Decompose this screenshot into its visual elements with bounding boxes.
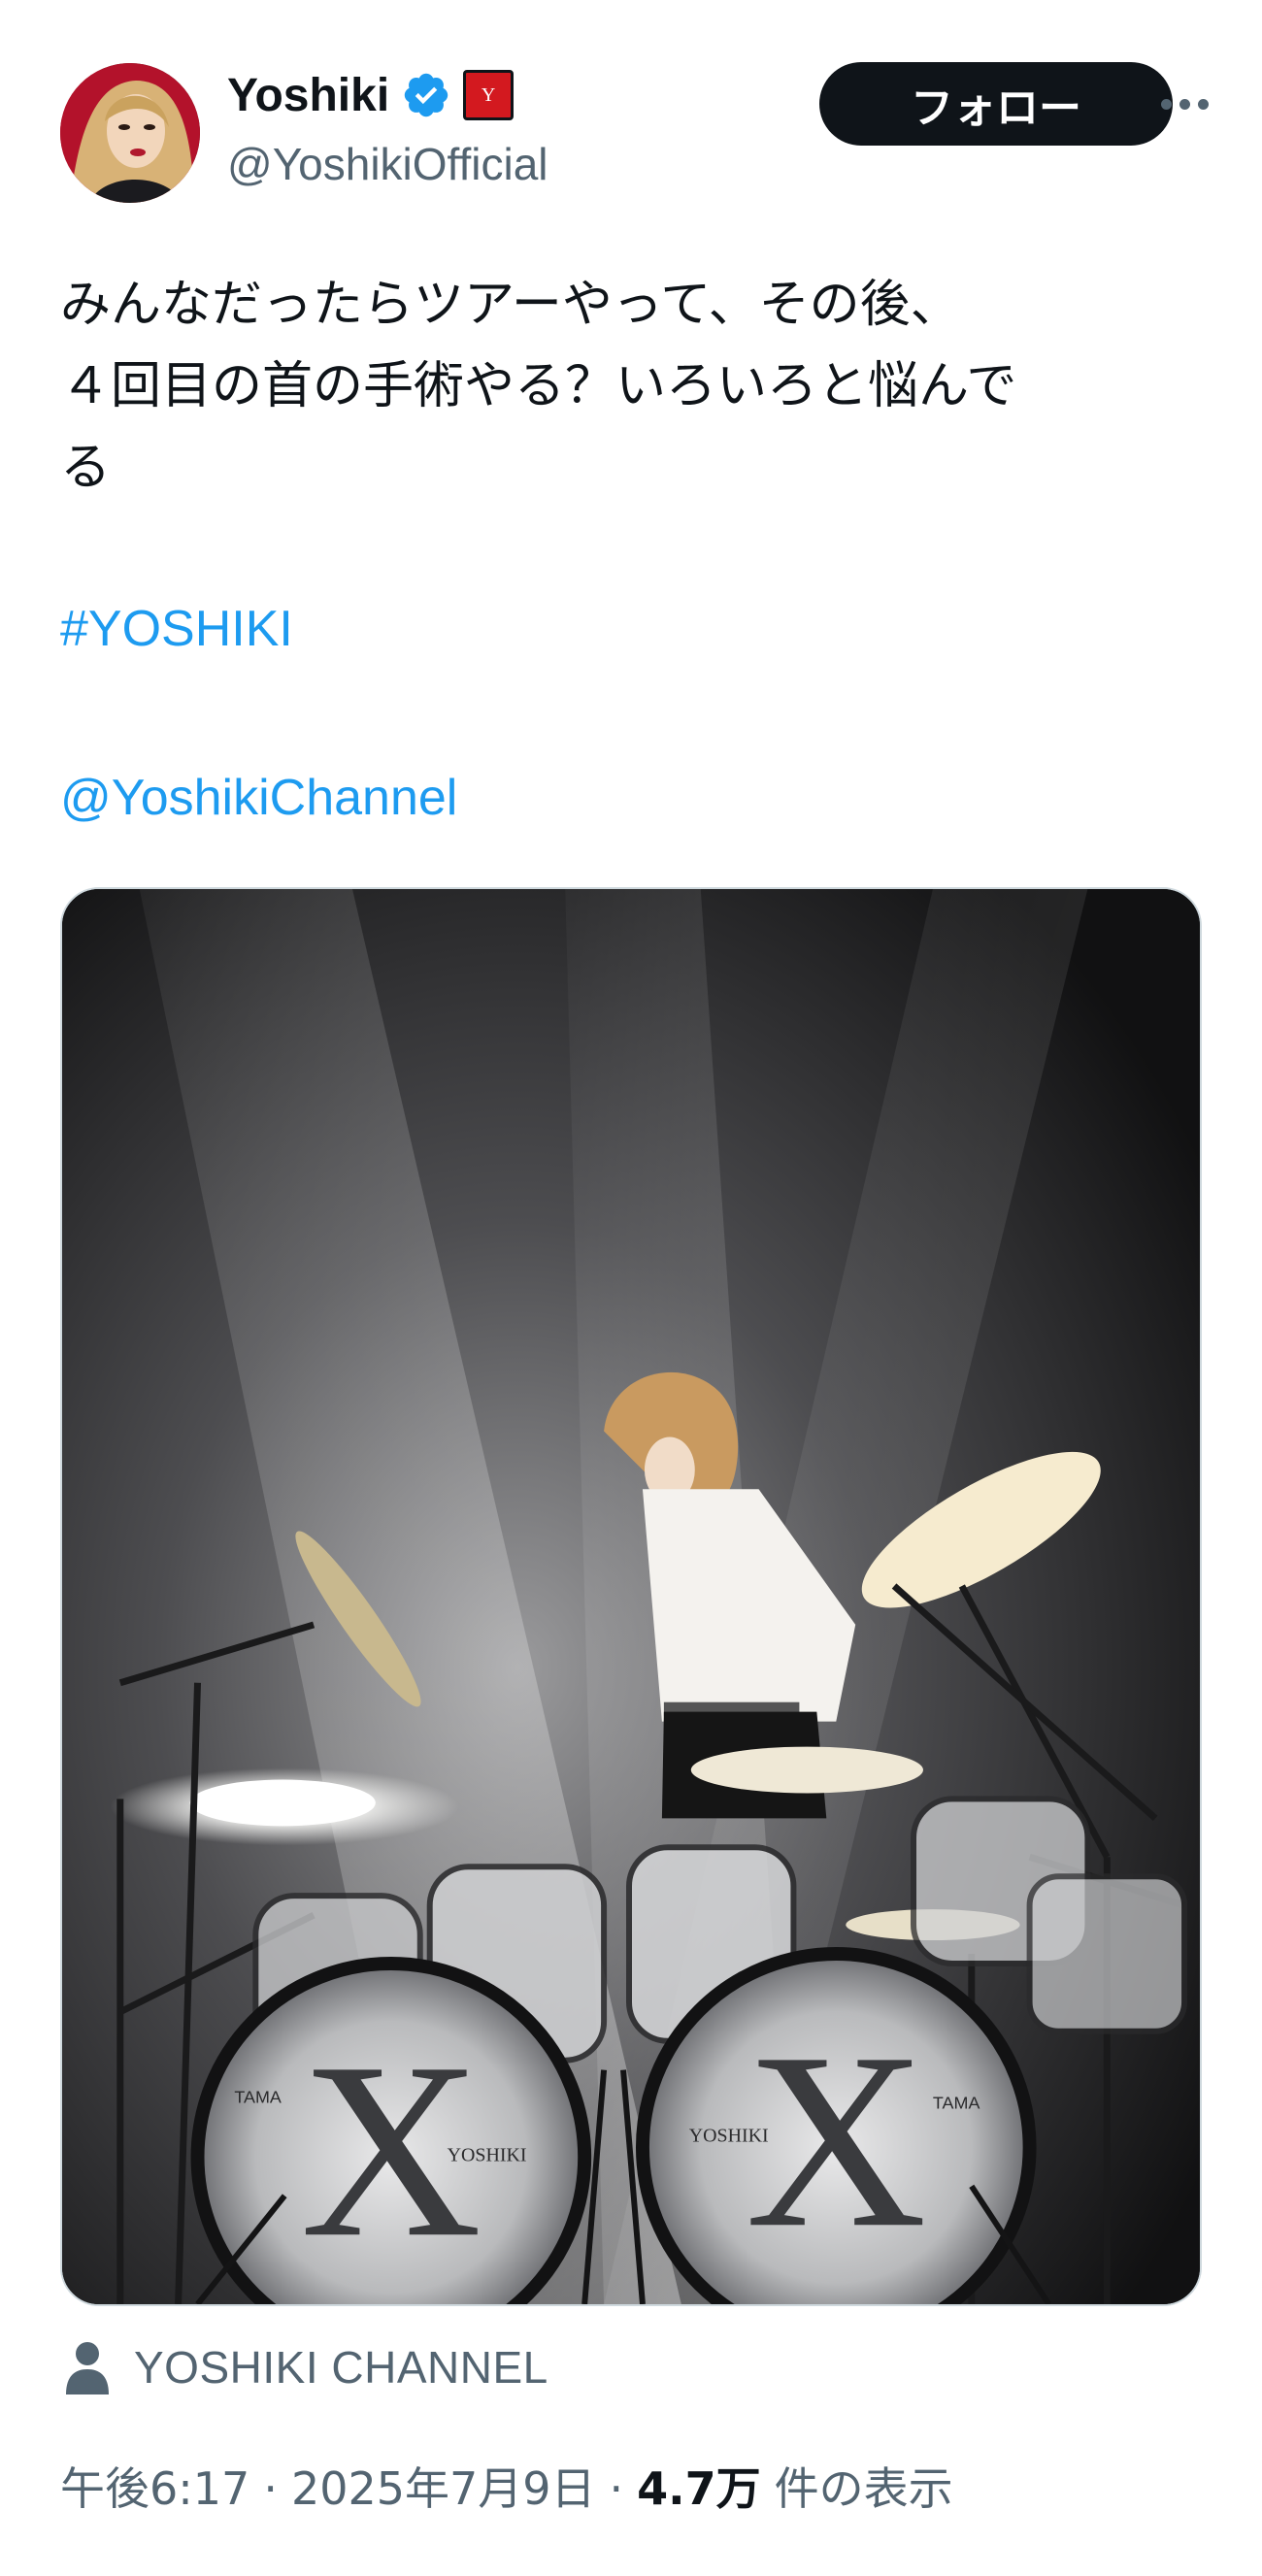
media-source-attribution[interactable]: YOSHIKI CHANNEL — [64, 2333, 548, 2401]
tweet-header: Yoshiki Y @YoshikiOfficial フォロー — [60, 60, 1209, 206]
tweet-time[interactable]: 午後6:17 — [60, 2454, 249, 2518]
handle[interactable]: @YoshikiOfficial — [227, 138, 548, 190]
name-row: Yoshiki Y — [227, 66, 515, 124]
dot — [1179, 98, 1190, 110]
separator: · — [609, 2462, 624, 2515]
tweet-text: みんなだったらツアーやって、その後、 ４回目の首の手術やる？いろいろと悩んで る — [60, 264, 1206, 509]
avatar[interactable] — [60, 63, 200, 203]
svg-text:X: X — [746, 2001, 927, 2280]
follow-button[interactable]: フォロー — [819, 62, 1173, 146]
hashtag-link[interactable]: #YOSHIKI — [60, 600, 293, 658]
verified-badge-icon[interactable] — [401, 70, 451, 120]
drum-brand-right: TAMA — [933, 2094, 980, 2113]
tweet-page: Yoshiki Y @YoshikiOfficial フォロー みんなだったらツ… — [0, 0, 1262, 2576]
separator: · — [263, 2462, 278, 2515]
affiliate-badge-icon[interactable]: Y — [463, 70, 515, 120]
tweet-line: る — [60, 439, 112, 497]
mention-link[interactable]: @YoshikiChannel — [60, 769, 457, 827]
dot — [1160, 98, 1172, 110]
views-count[interactable]: 4.7万 — [637, 2454, 761, 2518]
person-icon — [64, 2340, 111, 2394]
drum-text-left: YOSHIKI — [448, 2144, 527, 2165]
display-name[interactable]: Yoshiki — [227, 69, 389, 122]
tweet-meta: 午後6:17 · 2025年7月9日 · 4.7万 件の表示 — [60, 2454, 953, 2518]
more-horizontal-icon[interactable] — [1146, 80, 1223, 128]
dot — [1197, 98, 1209, 110]
drum-brand-left: TAMA — [234, 2088, 282, 2107]
views-label: 件の表示 — [774, 2462, 953, 2515]
concert-photo[interactable]: X X YOSHIKI YOSHIKI TAMA TAMA — [60, 887, 1202, 2306]
tweet-line: ４回目の首の手術やる？いろいろと悩んで — [60, 357, 1017, 415]
source-label: YOSHIKI CHANNEL — [134, 2342, 548, 2393]
drum-text-right: YOSHIKI — [689, 2125, 769, 2146]
tweet-date[interactable]: 2025年7月9日 — [291, 2454, 596, 2518]
tweet-line: みんなだったらツアーやって、その後、 — [60, 276, 961, 334]
